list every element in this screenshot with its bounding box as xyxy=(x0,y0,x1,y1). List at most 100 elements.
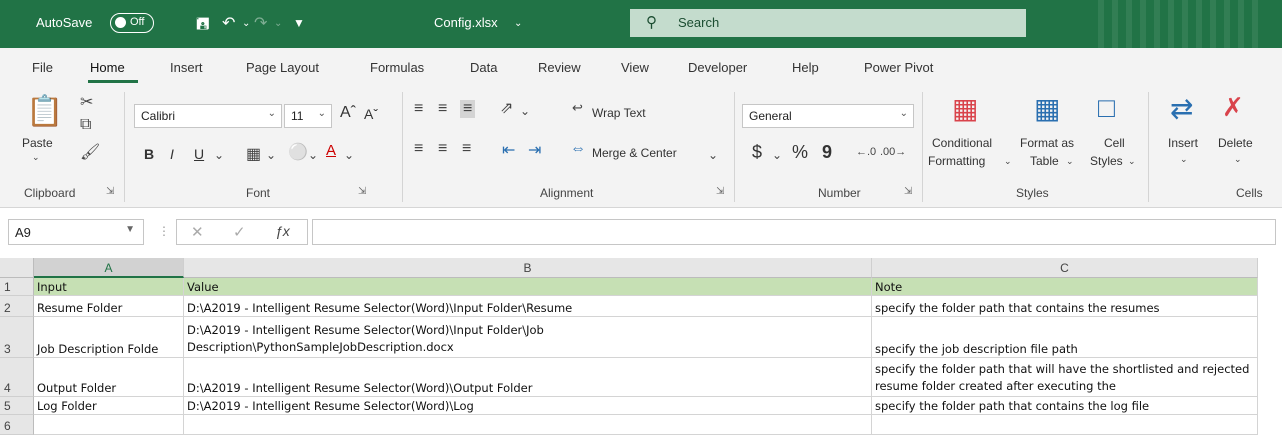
paste-button-label[interactable]: Paste xyxy=(22,136,53,150)
cell-b5[interactable]: D:\A2019 - Intelligent Resume Selector(W… xyxy=(184,397,872,415)
cell-a4[interactable]: Output Folder xyxy=(34,358,184,397)
paste-icon[interactable]: 📋 xyxy=(26,94,63,129)
fill-color-dropdown-icon[interactable]: ⌄ xyxy=(308,148,318,162)
comma-style-button[interactable]: 9 xyxy=(822,142,832,163)
cell-a2[interactable]: Resume Folder xyxy=(34,296,184,317)
cell-b4[interactable]: D:\A2019 - Intelligent Resume Selector(W… xyxy=(184,358,872,397)
format-painter-icon[interactable]: 🖌 xyxy=(80,142,100,162)
tab-page-layout[interactable]: Page Layout xyxy=(246,60,319,75)
align-bottom-icon[interactable]: ≡ xyxy=(460,100,476,118)
undo-dropdown-icon[interactable]: ⌄ xyxy=(242,18,250,29)
decrease-indent-icon[interactable]: ⇤ xyxy=(502,140,515,160)
decrease-font-size-icon[interactable]: Aˇ xyxy=(364,106,378,122)
cut-icon[interactable]: ✂ xyxy=(80,92,93,112)
select-all-button[interactable] xyxy=(0,258,34,278)
search-box[interactable]: ⚲ Search xyxy=(630,9,1026,37)
column-header-a[interactable]: A xyxy=(34,258,184,278)
clipboard-launcher-icon[interactable]: ⇲ xyxy=(106,186,114,197)
redo-icon[interactable]: ↷ xyxy=(254,13,267,33)
merge-dropdown-icon[interactable]: ⌄ xyxy=(708,148,718,162)
cell-c3[interactable]: specify the job description file path xyxy=(872,317,1258,358)
orientation-dropdown-icon[interactable]: ⌄ xyxy=(520,104,530,118)
orientation-icon[interactable]: ⇗ xyxy=(500,98,513,118)
cell-b1[interactable]: Value xyxy=(184,278,872,296)
merge-center-icon[interactable]: ⇔ xyxy=(570,140,586,158)
cell-a5[interactable]: Log Folder xyxy=(34,397,184,415)
increase-font-size-icon[interactable]: Aˆ xyxy=(340,104,356,122)
paste-dropdown-icon[interactable]: ⌄ xyxy=(32,152,40,163)
font-color-icon[interactable]: A xyxy=(326,142,336,159)
tab-formulas[interactable]: Formulas xyxy=(370,60,424,75)
name-box[interactable]: A9 ▼ xyxy=(8,219,144,245)
align-left-icon[interactable]: ≡ xyxy=(414,140,423,158)
cell-c2[interactable]: specify the folder path that contains th… xyxy=(872,296,1258,317)
filename-dropdown-icon[interactable]: ⌄ xyxy=(514,18,522,29)
insert-function-icon[interactable]: ƒx xyxy=(275,223,290,239)
autosave-toggle[interactable]: Off xyxy=(110,13,154,33)
cell-b6[interactable] xyxy=(184,415,872,435)
file-name[interactable]: Config.xlsx xyxy=(434,15,498,30)
cell-b2[interactable]: D:\A2019 - Intelligent Resume Selector(W… xyxy=(184,296,872,317)
borders-dropdown-icon[interactable]: ⌄ xyxy=(266,148,276,162)
cell-a6[interactable] xyxy=(34,415,184,435)
row-header[interactable]: 1 xyxy=(0,278,34,296)
align-center-icon[interactable]: ≡ xyxy=(438,140,447,158)
cell-c5[interactable]: specify the folder path that contains th… xyxy=(872,397,1258,415)
font-launcher-icon[interactable]: ⇲ xyxy=(358,186,366,197)
tab-insert[interactable]: Insert xyxy=(170,60,203,75)
italic-button[interactable]: I xyxy=(170,146,174,162)
tab-data[interactable]: Data xyxy=(470,60,497,75)
increase-decimal-icon[interactable]: ←.0 xyxy=(856,146,876,158)
font-color-dropdown-icon[interactable]: ⌄ xyxy=(344,148,354,162)
number-launcher-icon[interactable]: ⇲ xyxy=(904,186,912,197)
cell-a3[interactable]: Job Description Folde xyxy=(34,317,184,358)
borders-icon[interactable]: ▦ xyxy=(246,144,261,164)
bold-button[interactable]: B xyxy=(144,146,154,162)
decrease-decimal-icon[interactable]: .00→ xyxy=(880,146,906,158)
align-top-icon[interactable]: ≡ xyxy=(414,100,423,118)
tab-view[interactable]: View xyxy=(621,60,649,75)
tab-developer[interactable]: Developer xyxy=(688,60,747,75)
align-right-icon[interactable]: ≡ xyxy=(462,140,471,158)
cell-c4[interactable]: specify the folder path that will have t… xyxy=(872,358,1258,397)
row-header[interactable]: 4 xyxy=(0,358,34,397)
tab-home[interactable]: Home xyxy=(90,60,125,75)
underline-dropdown-icon[interactable]: ⌄ xyxy=(214,148,224,162)
font-name-select[interactable]: Calibri ⌄ xyxy=(134,104,282,128)
row-header[interactable]: 6 xyxy=(0,415,34,435)
column-header-c[interactable]: C xyxy=(872,258,1258,278)
currency-button[interactable]: $ xyxy=(752,142,762,163)
currency-dropdown-icon[interactable]: ⌄ xyxy=(772,148,782,162)
alignment-launcher-icon[interactable]: ⇲ xyxy=(716,186,724,197)
formula-input[interactable] xyxy=(312,219,1276,245)
percent-button[interactable]: % xyxy=(792,142,808,163)
cell-c1[interactable]: Note xyxy=(872,278,1258,296)
cell-c6[interactable] xyxy=(872,415,1258,435)
save-icon[interactable]: 🖪 xyxy=(196,13,210,40)
row-header[interactable]: 2 xyxy=(0,296,34,317)
tab-file[interactable]: File xyxy=(32,60,53,75)
align-middle-icon[interactable]: ≡ xyxy=(438,100,447,118)
customize-qat-icon[interactable]: ▼ xyxy=(293,16,305,30)
wrap-text-icon[interactable]: ↩ xyxy=(572,100,583,116)
undo-icon[interactable]: ↶ xyxy=(222,13,235,33)
tab-help[interactable]: Help xyxy=(792,60,819,75)
redo-dropdown-icon[interactable]: ⌄ xyxy=(274,18,282,29)
row-header[interactable]: 3 xyxy=(0,317,34,358)
fill-color-icon[interactable]: ⚪ xyxy=(288,142,308,162)
row-header[interactable]: 5 xyxy=(0,397,34,415)
tab-power-pivot[interactable]: Power Pivot xyxy=(864,60,933,75)
cell-a1[interactable]: Input xyxy=(34,278,184,296)
number-format-select[interactable]: General ⌄ xyxy=(742,104,914,128)
column-header-b[interactable]: B xyxy=(184,258,872,278)
copy-icon[interactable]: ⧉ xyxy=(80,116,91,134)
underline-button[interactable]: U xyxy=(194,146,204,162)
cell-b3[interactable]: D:\A2019 - Intelligent Resume Selector(W… xyxy=(184,317,872,358)
enter-icon[interactable]: ✓ xyxy=(233,223,246,241)
cancel-icon[interactable]: ✕ xyxy=(191,223,204,241)
tab-review[interactable]: Review xyxy=(538,60,581,75)
increase-indent-icon[interactable]: ⇥ xyxy=(528,140,541,160)
wrap-text-button[interactable]: Wrap Text xyxy=(592,106,646,120)
merge-center-button[interactable]: Merge & Center xyxy=(592,146,677,160)
font-size-select[interactable]: 11 ⌄ xyxy=(284,104,332,128)
